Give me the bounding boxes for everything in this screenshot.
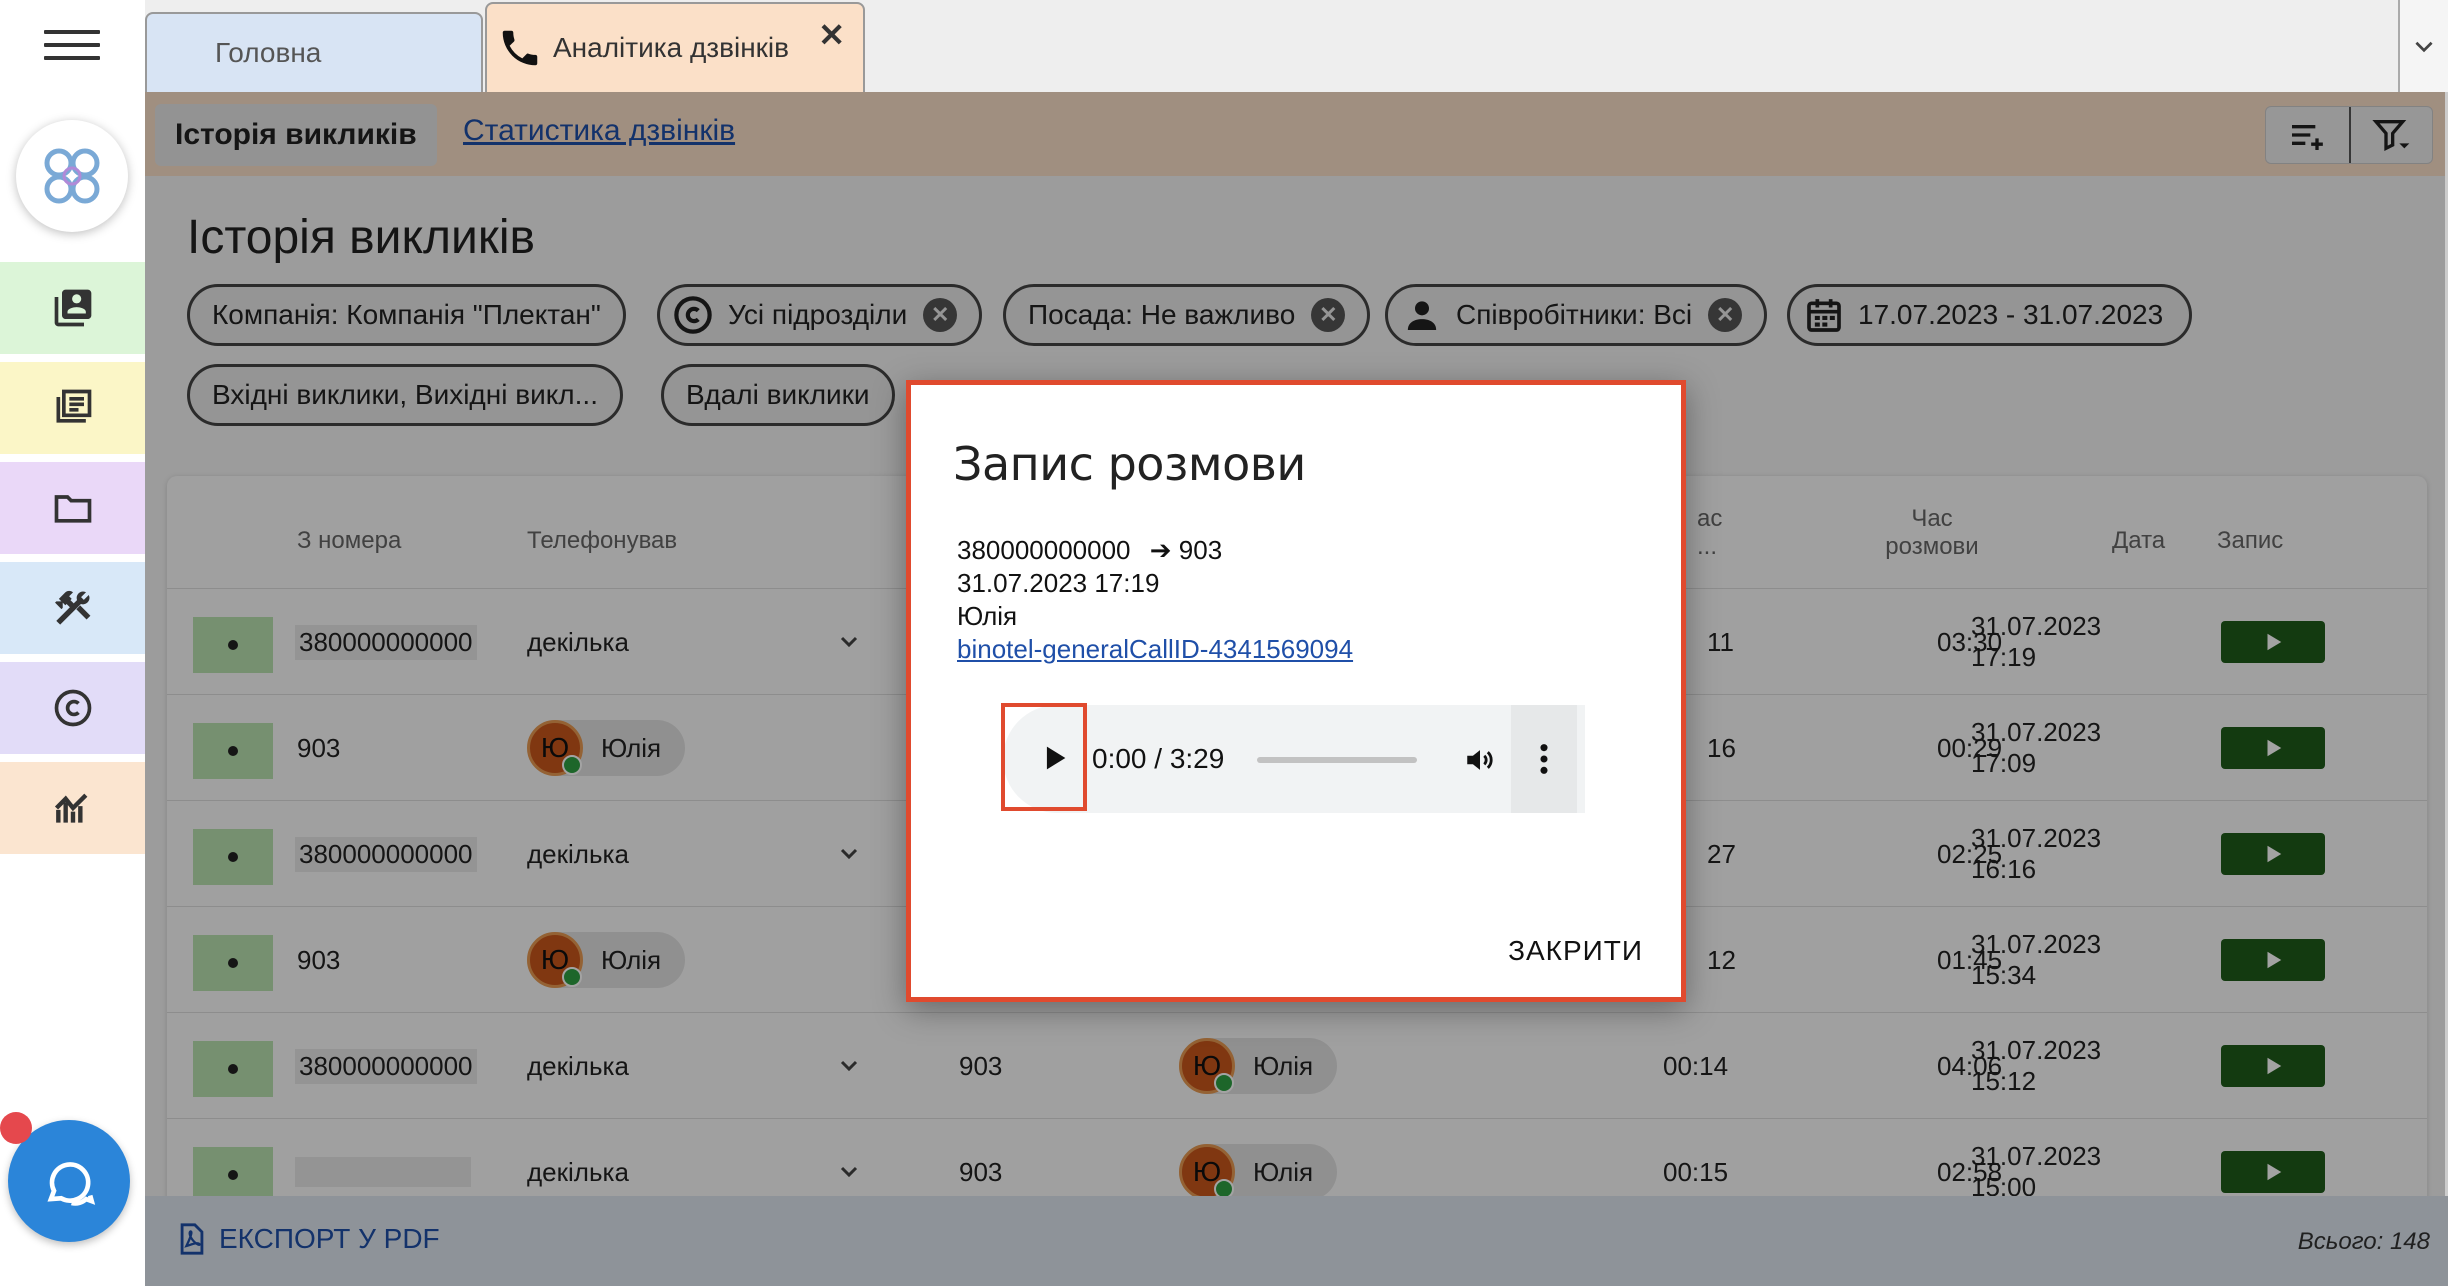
chat-bubble-icon: [47, 1162, 96, 1206]
tab-bar: Головна Аналітика дзвінків ✕: [145, 0, 2448, 92]
newspaper-icon: [56, 389, 91, 423]
folder-icon: [54, 495, 91, 523]
audio-play-button[interactable]: [1037, 741, 1071, 775]
audio-progress-slider[interactable]: [1257, 757, 1417, 763]
tab-home[interactable]: Головна: [145, 12, 483, 92]
play-icon: [1046, 746, 1066, 770]
call-datetime: 31.07.2023 17:19: [957, 568, 1160, 598]
menu-button[interactable]: [44, 30, 100, 70]
tab-home-label: Головна: [215, 37, 322, 68]
call-record-dialog: Запис розмови 380000000000 ➔ 903 31.07.2…: [906, 380, 1686, 1002]
copyright-icon: [54, 689, 91, 727]
close-icon[interactable]: ✕: [818, 16, 845, 54]
sidebar-item-contacts[interactable]: [0, 262, 145, 358]
dialog-title: Запис розмови: [953, 437, 1306, 491]
hamburger-icon: [44, 30, 100, 34]
modal-backdrop-bottom: [145, 1196, 2448, 1286]
call-route: 380000000000 ➔ 903: [957, 535, 1222, 566]
chat-notification-badge: [0, 1112, 32, 1144]
sidebar-item-divisions[interactable]: [0, 662, 145, 758]
chevron-down-icon: [2415, 41, 2433, 53]
tools-icon: [54, 590, 90, 625]
bottom-bar: ЕКСПОРТ У PDF Всього: 148: [145, 1196, 2448, 1286]
dialog-close-button[interactable]: ЗАКРИТИ: [1508, 935, 1643, 967]
sidebar: [0, 0, 145, 1286]
more-vertical-icon: [1540, 744, 1548, 774]
sidebar-item-tools[interactable]: [0, 562, 145, 658]
tab-call-analytics-label: Аналітика дзвінків: [553, 32, 790, 63]
logo-icon: [44, 148, 100, 204]
call-employee: Юлія: [957, 601, 1018, 631]
app-logo[interactable]: [16, 120, 128, 232]
audio-time: 0:00 / 3:29: [1092, 743, 1225, 774]
route-from-number: 380000000000: [957, 535, 1131, 565]
tab-call-analytics[interactable]: Аналітика дзвінків ✕: [485, 2, 865, 92]
route-to-number: 903: [1178, 535, 1223, 565]
sidebar-item-folder[interactable]: [0, 462, 145, 558]
analytics-chart-icon: [54, 793, 87, 823]
arrow-right-icon: ➔: [1149, 535, 1172, 565]
tabs-dropdown-button[interactable]: [2398, 0, 2448, 92]
volume-button[interactable]: [1463, 743, 1497, 777]
call-id-link[interactable]: binotel-generalCallID-4341569094: [957, 634, 1353, 664]
sidebar-item-news[interactable]: [0, 362, 145, 458]
phone-icon: [502, 30, 538, 66]
audio-more-options-button[interactable]: [1511, 705, 1577, 813]
volume-icon: [1467, 750, 1493, 770]
contacts-book-icon: [54, 289, 91, 327]
sidebar-item-analytics[interactable]: [0, 762, 145, 858]
